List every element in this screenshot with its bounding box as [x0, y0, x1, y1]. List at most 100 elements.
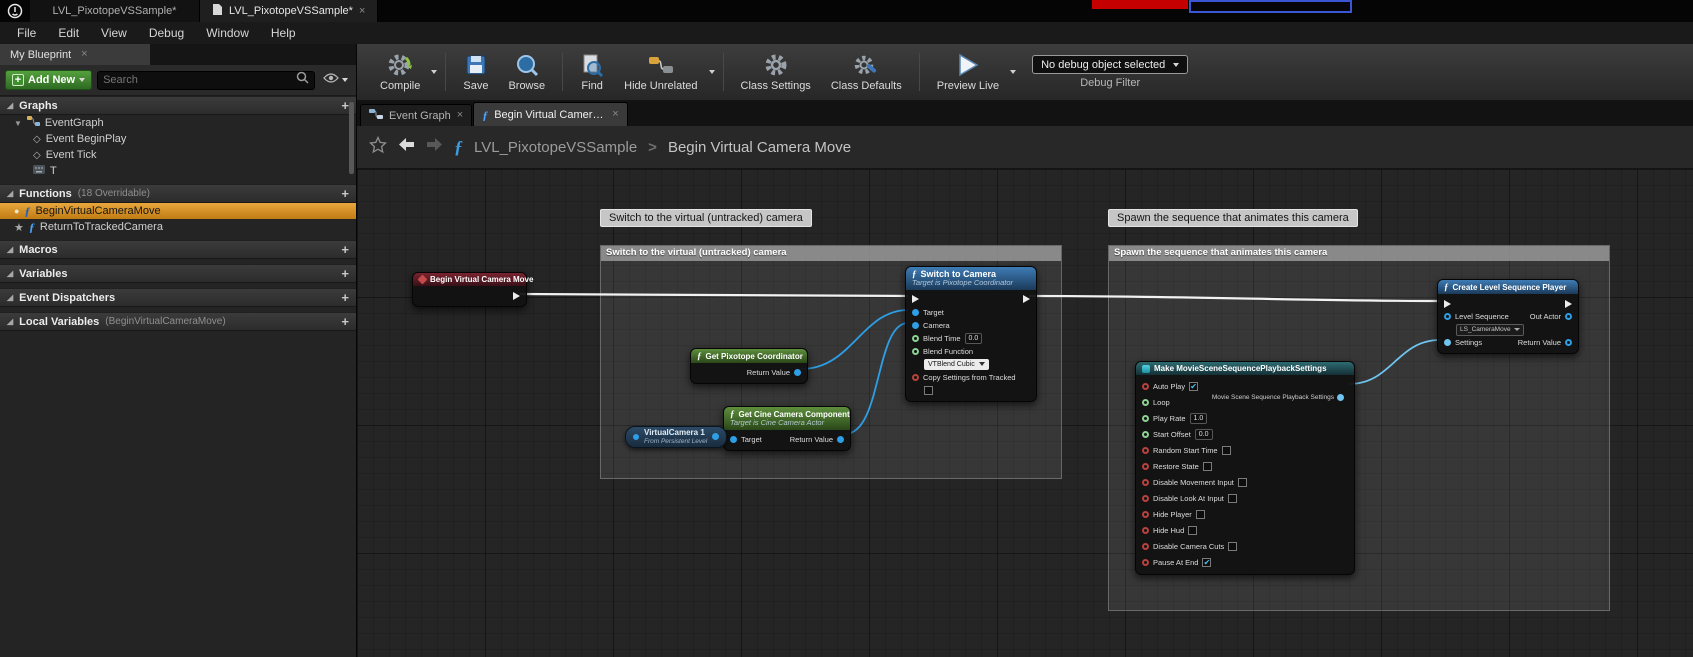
hide-unrelated-button[interactable]: Hide Unrelated — [615, 49, 706, 95]
tree-item-beginvirtualcameramove[interactable]: ● ƒ BeginVirtualCameraMove — [0, 203, 356, 219]
add-function-button[interactable]: + — [341, 186, 349, 201]
copy-settings-checkbox[interactable] — [924, 386, 933, 395]
node-get-cine-camera-component[interactable]: ƒGet Cine Camera Component Target is Cin… — [723, 406, 851, 451]
compile-button[interactable]: Compile — [371, 49, 429, 95]
target-pin[interactable] — [912, 309, 919, 316]
section-graphs[interactable]: ◢ Graphs + — [0, 96, 356, 115]
close-icon[interactable]: × — [457, 110, 463, 121]
tab-my-blueprint[interactable]: My Blueprint × — [0, 44, 150, 65]
menu-debug[interactable]: Debug — [138, 26, 195, 40]
disable-camera-cuts-checkbox[interactable] — [1228, 542, 1237, 551]
find-button[interactable]: Find — [571, 49, 613, 95]
exec-in-pin[interactable] — [912, 295, 919, 303]
expand-triangle-icon[interactable]: ▼ — [14, 119, 22, 128]
variable-out-pin[interactable] — [712, 433, 719, 440]
menu-view[interactable]: View — [90, 26, 138, 40]
section-variables[interactable]: ◢ Variables + — [0, 264, 356, 283]
add-macro-button[interactable]: + — [341, 242, 349, 257]
level-sequence-dropdown[interactable]: LS_CameraMove — [1456, 324, 1524, 336]
settings-out-pin[interactable] — [1337, 394, 1344, 401]
node-virtualcamera-variable[interactable]: VirtualCamera 1 From Persistent Level — [625, 426, 727, 448]
close-icon[interactable]: × — [81, 49, 87, 60]
forward-arrow-icon[interactable] — [426, 137, 443, 157]
out-actor-pin[interactable] — [1565, 313, 1572, 320]
node-begin-virtual-camera-move[interactable]: Begin Virtual Camera Move — [412, 272, 527, 307]
node-switch-to-camera[interactable]: ƒSwitch to Camera Target is Pixotope Coo… — [905, 266, 1037, 402]
add-local-variable-button[interactable]: + — [341, 314, 349, 329]
browse-button[interactable]: Browse — [499, 49, 554, 95]
section-functions[interactable]: ◢ Functions (18 Overridable) + — [0, 184, 356, 203]
expand-triangle-icon[interactable]: ◢ — [7, 101, 13, 110]
random-start-time-checkbox[interactable] — [1222, 446, 1231, 455]
chevron-down-icon[interactable] — [709, 70, 715, 74]
restore-state-checkbox[interactable] — [1203, 462, 1212, 471]
sidebar-scrollbar[interactable] — [349, 102, 354, 174]
exec-in-pin[interactable] — [1444, 300, 1451, 308]
loop-pin[interactable] — [1142, 399, 1149, 406]
exec-out-pin[interactable] — [1565, 300, 1572, 308]
tree-item-event-tick[interactable]: ◇ Event Tick — [0, 147, 356, 163]
return-value-pin[interactable] — [1565, 339, 1572, 346]
disable-movement-input-checkbox[interactable] — [1238, 478, 1247, 487]
chevron-down-icon[interactable] — [79, 78, 85, 82]
auto-play-checkbox[interactable]: ✔ — [1189, 382, 1198, 391]
settings-pin[interactable] — [1444, 339, 1451, 346]
blend-time-value[interactable]: 0.0 — [965, 333, 983, 344]
tab-begin-virtual-camera-move[interactable]: ƒ Begin Virtual Camera Move × — [473, 102, 627, 126]
start-offset-value[interactable]: 0.0 — [1195, 429, 1213, 440]
tree-item-t[interactable]: T — [0, 163, 356, 179]
disable-camera-cuts-pin[interactable] — [1142, 543, 1149, 550]
add-event-dispatcher-button[interactable]: + — [341, 290, 349, 305]
back-arrow-icon[interactable] — [398, 137, 415, 157]
pause-at-end-checkbox[interactable]: ✔ — [1202, 558, 1211, 567]
tree-item-eventgraph[interactable]: ▼ EventGraph — [0, 115, 356, 131]
comment-title[interactable]: Spawn the sequence that animates this ca… — [1109, 246, 1609, 261]
node-create-level-sequence-player[interactable]: ƒCreate Level Sequence Player Level Sequ… — [1437, 279, 1579, 354]
chevron-down-icon[interactable] — [431, 70, 437, 74]
expand-triangle-icon[interactable]: ◢ — [7, 245, 13, 254]
window-tab-level[interactable]: LVL_PixotopeVSSample* — [30, 0, 200, 22]
window-tab-level-active[interactable]: LVL_PixotopeVSSample* × — [200, 0, 378, 22]
play-rate-value[interactable]: 1.0 — [1190, 413, 1208, 424]
blend-time-pin[interactable] — [912, 335, 919, 342]
expand-triangle-icon[interactable]: ◢ — [7, 293, 13, 302]
node-get-pixotope-coordinator[interactable]: ƒGet Pixotope Coordinator Return Value — [690, 348, 808, 384]
comment-title[interactable]: Switch to the virtual (untracked) camera — [601, 246, 1061, 261]
hide-player-pin[interactable] — [1142, 511, 1149, 518]
disable-look-at-input-checkbox[interactable] — [1228, 494, 1237, 503]
blend-function-dropdown[interactable]: VTBlend Cubic — [924, 359, 989, 370]
tree-item-returntotrackedcamera[interactable]: ★ ƒ ReturnToTrackedCamera — [0, 219, 356, 235]
hide-player-checkbox[interactable] — [1196, 510, 1205, 519]
disable-movement-input-pin[interactable] — [1142, 479, 1149, 486]
tree-item-event-beginplay[interactable]: ◇ Event BeginPlay — [0, 131, 356, 147]
save-button[interactable]: Save — [454, 49, 497, 95]
breadcrumb-root[interactable]: LVL_PixotopeVSSample — [474, 139, 637, 156]
section-local-variables[interactable]: ◢ Local Variables (BeginVirtualCameraMov… — [0, 312, 356, 331]
add-graph-button[interactable]: + — [341, 98, 349, 113]
exec-out-pin[interactable] — [1023, 295, 1030, 303]
target-pin[interactable] — [730, 436, 737, 443]
section-macros[interactable]: ◢ Macros + — [0, 240, 356, 259]
chevron-down-icon[interactable] — [1010, 70, 1016, 74]
level-sequence-pin[interactable] — [1444, 313, 1451, 320]
search-input[interactable] — [103, 74, 292, 86]
expand-triangle-icon[interactable]: ◢ — [7, 269, 13, 278]
disable-look-at-input-pin[interactable] — [1142, 495, 1149, 502]
start-offset-pin[interactable] — [1142, 431, 1149, 438]
menu-help[interactable]: Help — [260, 26, 307, 40]
expand-triangle-icon[interactable]: ◢ — [7, 317, 13, 326]
exec-out-pin[interactable] — [513, 292, 520, 300]
restore-state-pin[interactable] — [1142, 463, 1149, 470]
debug-object-select[interactable]: No debug object selected — [1032, 55, 1188, 74]
add-new-button[interactable]: + Add New — [5, 70, 92, 90]
view-options-button[interactable] — [320, 71, 351, 89]
return-value-pin[interactable] — [794, 369, 801, 376]
blend-function-pin[interactable] — [912, 348, 919, 355]
graph-canvas[interactable]: Switch to the virtual (untracked) camera… — [357, 169, 1693, 657]
return-value-pin[interactable] — [837, 436, 844, 443]
close-icon[interactable]: × — [359, 6, 365, 17]
hide-hud-checkbox[interactable] — [1188, 526, 1197, 535]
section-event-dispatchers[interactable]: ◢ Event Dispatchers + — [0, 288, 356, 307]
close-icon[interactable]: × — [612, 109, 618, 120]
tab-event-graph[interactable]: Event Graph × — [360, 104, 472, 126]
